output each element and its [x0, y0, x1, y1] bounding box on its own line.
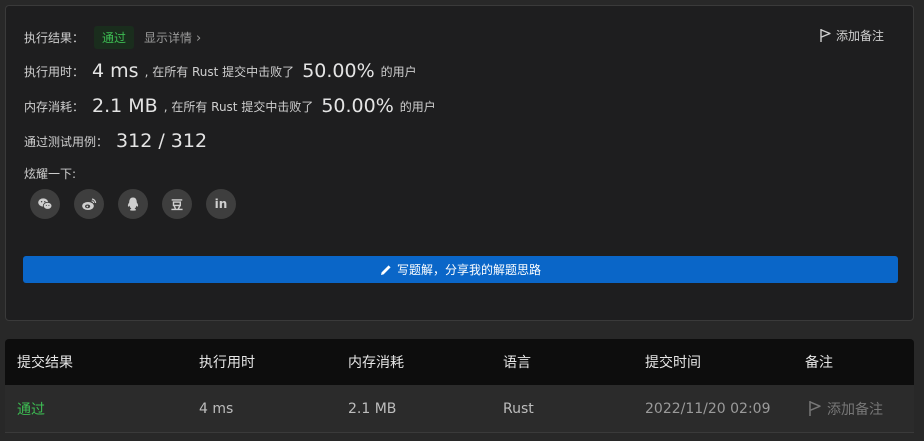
- runtime-row: 执行用时： 4 ms , 在所有 Rust 提交中击败了 50.00% 的用户: [24, 60, 417, 82]
- testcases-row: 通过测试用例： 312 / 312: [24, 130, 213, 152]
- show-details-link[interactable]: 显示详情 ›: [144, 29, 201, 46]
- memory-beat-text: , 在所有 Rust 提交中击败了: [163, 99, 314, 114]
- add-note-button[interactable]: 添加备注: [820, 27, 884, 44]
- runtime-label: 执行用时：: [24, 64, 85, 79]
- flag-icon: [809, 401, 821, 416]
- memory-row: 内存消耗： 2.1 MB , 在所有 Rust 提交中击败了 50.00% 的用…: [24, 95, 436, 117]
- header-runtime: 执行用时: [199, 355, 255, 371]
- submission-result-panel: 执行结果： 通过 显示详情 › 添加备注 执行用时： 4 ms , 在所有 Rus…: [5, 5, 914, 321]
- memory-percent: 50.00%: [321, 95, 394, 117]
- runtime-suffix: 的用户: [380, 64, 417, 79]
- result-row: 执行结果： 通过 显示详情 ›: [24, 26, 201, 49]
- write-solution-label: 写题解，分享我的解题思路: [396, 263, 541, 277]
- row-language: Rust: [503, 400, 534, 417]
- runtime-percent: 50.00%: [302, 60, 375, 82]
- share-label: 炫耀一下:: [24, 167, 77, 181]
- share-icons: 豆 in: [30, 189, 236, 219]
- header-note: 备注: [805, 355, 833, 371]
- row-runtime: 4 ms: [199, 400, 234, 417]
- testcases-value: 312 / 312: [116, 130, 208, 152]
- table-row: 通过 4 ms 2.1 MB Rust 2022/11/20 02:09 添加备…: [5, 385, 914, 433]
- chevron-right-icon: ›: [196, 31, 202, 46]
- add-note-label: 添加备注: [835, 29, 884, 43]
- row-memory: 2.1 MB: [348, 400, 397, 417]
- status-badge: 通过: [94, 26, 135, 49]
- result-label: 执行结果：: [24, 31, 85, 45]
- runtime-value: 4 ms: [92, 60, 139, 82]
- linkedin-icon[interactable]: in: [206, 189, 236, 219]
- testcases-label: 通过测试用例：: [24, 134, 109, 149]
- runtime-beat-text: , 在所有 Rust 提交中击败了: [144, 64, 295, 79]
- flag-icon: [820, 29, 831, 42]
- header-status: 提交结果: [17, 355, 73, 371]
- header-memory: 内存消耗: [348, 355, 404, 371]
- row-add-note-button[interactable]: 添加备注: [809, 385, 883, 432]
- row-status-link[interactable]: 通过: [17, 385, 45, 432]
- table-header: 提交结果 执行用时 内存消耗 语言 提交时间 备注: [5, 339, 914, 385]
- memory-value: 2.1 MB: [92, 95, 158, 117]
- memory-suffix: 的用户: [399, 99, 436, 114]
- qq-icon[interactable]: [118, 189, 148, 219]
- share-row: 炫耀一下:: [24, 165, 76, 182]
- row-add-note-label: 添加备注: [827, 401, 883, 418]
- wechat-icon[interactable]: [30, 189, 60, 219]
- douban-icon[interactable]: 豆: [162, 189, 192, 219]
- header-language: 语言: [503, 355, 531, 371]
- write-solution-button[interactable]: 写题解，分享我的解题思路: [23, 256, 898, 283]
- submissions-table: 提交结果 执行用时 内存消耗 语言 提交时间 备注 通过 4 ms 2.1 MB…: [5, 339, 914, 433]
- show-details-label: 显示详情: [144, 31, 193, 45]
- weibo-icon[interactable]: [74, 189, 104, 219]
- memory-label: 内存消耗：: [24, 99, 85, 114]
- header-submit-time: 提交时间: [645, 355, 701, 371]
- row-submit-time: 2022/11/20 02:09: [645, 400, 771, 417]
- pencil-icon: [380, 264, 391, 275]
